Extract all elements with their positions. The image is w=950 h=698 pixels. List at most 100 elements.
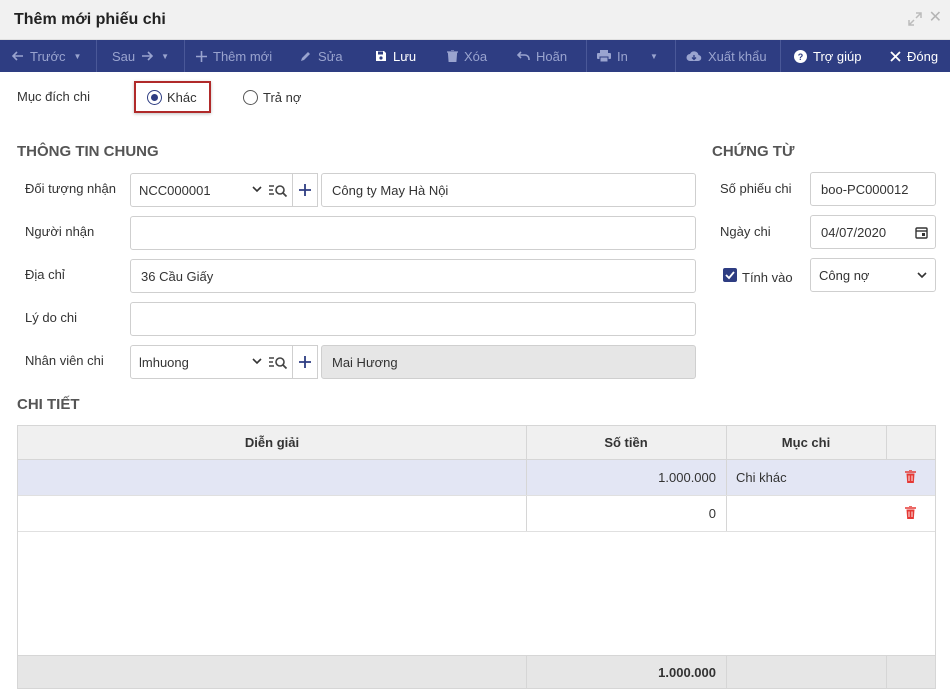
prev-button[interactable]: Trước ▼: [12, 40, 81, 72]
table-row[interactable]: 1.000.000 Chi khác: [18, 460, 935, 496]
arrow-right-icon: [142, 51, 154, 61]
plus-icon: [299, 184, 311, 196]
trash-icon[interactable]: [905, 506, 916, 519]
calendar-icon[interactable]: [915, 226, 928, 239]
help-button[interactable]: ? Trợ giúp: [794, 40, 862, 72]
row-category[interactable]: Chi khác: [736, 460, 886, 495]
edit-button[interactable]: Sửa: [300, 40, 343, 72]
include-select[interactable]: Công nợ: [810, 258, 936, 292]
employee-name-field: Mai Hương: [321, 345, 696, 379]
column-amount[interactable]: Số tiền: [526, 426, 726, 459]
column-category[interactable]: Mục chi: [726, 426, 886, 459]
purpose-option-other[interactable]: Khác: [147, 90, 197, 105]
recipient-object-combo[interactable]: NCC000001: [130, 173, 293, 207]
caret-down-icon: ▼: [650, 51, 658, 61]
voucher-date-field[interactable]: 04/07/2020: [810, 215, 936, 249]
print-dropdown[interactable]: ▼: [650, 40, 658, 72]
row-amount[interactable]: 0: [526, 496, 716, 531]
trash-icon: [447, 50, 458, 62]
row-description[interactable]: [28, 496, 518, 531]
search-list-icon[interactable]: [268, 355, 288, 371]
general-section-title: THÔNG TIN CHUNG: [17, 143, 159, 160]
plus-icon: [196, 50, 207, 62]
next-label: Sau: [112, 48, 136, 64]
column-divider: [526, 496, 527, 531]
search-list-icon[interactable]: [268, 183, 288, 199]
column-divider: [526, 656, 527, 688]
reason-field[interactable]: [130, 302, 696, 336]
purpose-option-label: Trả nợ: [263, 90, 302, 105]
table-row[interactable]: 0: [18, 496, 935, 532]
print-label: In: [617, 48, 628, 64]
total-amount: 1.000.000: [658, 664, 716, 680]
x-icon: [890, 50, 901, 62]
address-field[interactable]: 36 Cầu Giấy: [130, 259, 696, 293]
close-label: Đóng: [907, 48, 939, 64]
expand-icon[interactable]: [908, 12, 922, 26]
check-icon: [725, 271, 735, 280]
toolbar-divider: [96, 40, 97, 72]
employee-combo[interactable]: lmhuong: [130, 345, 293, 379]
detail-grid: Diễn giải Số tiền Mục chi 1.000.000 Chi …: [17, 425, 936, 689]
recipient-object-code: NCC000001: [139, 182, 211, 198]
radio-checked-icon[interactable]: [147, 90, 162, 105]
row-description[interactable]: [28, 460, 518, 495]
address-label: Địa chỉ: [25, 267, 65, 282]
grid-header: Diễn giải Số tiền Mục chi: [18, 426, 935, 460]
voucher-section-title: CHỨNG TỪ: [712, 143, 795, 160]
help-circle-icon: ?: [794, 49, 807, 63]
add-employee-button[interactable]: [292, 345, 318, 379]
column-divider: [726, 496, 727, 531]
voucher-date-value: 04/07/2020: [821, 224, 887, 240]
chevron-down-icon[interactable]: [252, 357, 262, 365]
toolbar-divider: [184, 40, 185, 72]
column-divider: [526, 426, 527, 459]
caret-down-icon[interactable]: ▼: [74, 52, 82, 61]
column-divider: [886, 426, 887, 459]
voucher-date-label: Ngày chi: [720, 224, 771, 239]
toolbar: Trước ▼ Sau ▼ Thêm mới Sửa Lưu Xóa Hoãn …: [0, 40, 950, 72]
radio-unchecked-icon[interactable]: [243, 90, 258, 105]
window-title: Thêm mới phiếu chi: [14, 11, 166, 28]
undo-label: Hoãn: [536, 48, 568, 64]
next-button[interactable]: Sau ▼: [112, 40, 169, 72]
close-button[interactable]: Đóng: [890, 40, 938, 72]
cloud-download-icon: [686, 51, 702, 62]
printer-icon: [597, 50, 611, 62]
save-button[interactable]: Lưu: [375, 40, 416, 72]
plus-icon: [299, 356, 311, 368]
receiver-field[interactable]: [130, 216, 696, 250]
column-divider: [726, 426, 727, 459]
add-button[interactable]: Thêm mới: [196, 40, 272, 72]
grid-footer: 1.000.000: [18, 655, 935, 688]
voucher-number-field[interactable]: boo-PC000012: [810, 172, 936, 206]
print-button[interactable]: In: [597, 40, 628, 72]
prev-label: Trước: [30, 48, 66, 64]
edit-label: Sửa: [318, 48, 343, 64]
column-description[interactable]: Diễn giải: [18, 426, 526, 459]
voucher-number-label: Số phiếu chi: [720, 181, 792, 196]
row-category[interactable]: [736, 496, 886, 531]
column-divider: [526, 460, 527, 495]
pencil-icon: [301, 52, 310, 61]
purpose-option-label: Khác: [167, 90, 197, 105]
floppy-disk-icon: [376, 51, 386, 61]
recipient-name-field[interactable]: Công ty May Hà Nội: [321, 173, 696, 207]
caret-down-icon[interactable]: ▼: [161, 52, 169, 61]
column-divider: [886, 656, 887, 688]
delete-button[interactable]: Xóa: [447, 40, 487, 72]
undo-button[interactable]: Hoãn: [517, 40, 567, 72]
add-recipient-button[interactable]: [292, 173, 318, 207]
employee-label: Nhân viên chi: [25, 353, 104, 368]
export-button[interactable]: Xuất khẩu: [686, 40, 767, 72]
add-label: Thêm mới: [213, 48, 273, 64]
trash-icon[interactable]: [905, 470, 916, 483]
window-titlebar: Thêm mới phiếu chi ✕: [0, 0, 950, 40]
include-checkbox[interactable]: [723, 268, 737, 282]
purpose-option-debt[interactable]: Trả nợ: [243, 90, 301, 105]
row-amount[interactable]: 1.000.000: [526, 460, 716, 495]
export-label: Xuất khẩu: [708, 48, 767, 64]
close-icon[interactable]: ✕: [929, 10, 942, 26]
chevron-down-icon[interactable]: [252, 185, 262, 193]
detail-section-title: CHI TIẾT: [17, 396, 80, 413]
